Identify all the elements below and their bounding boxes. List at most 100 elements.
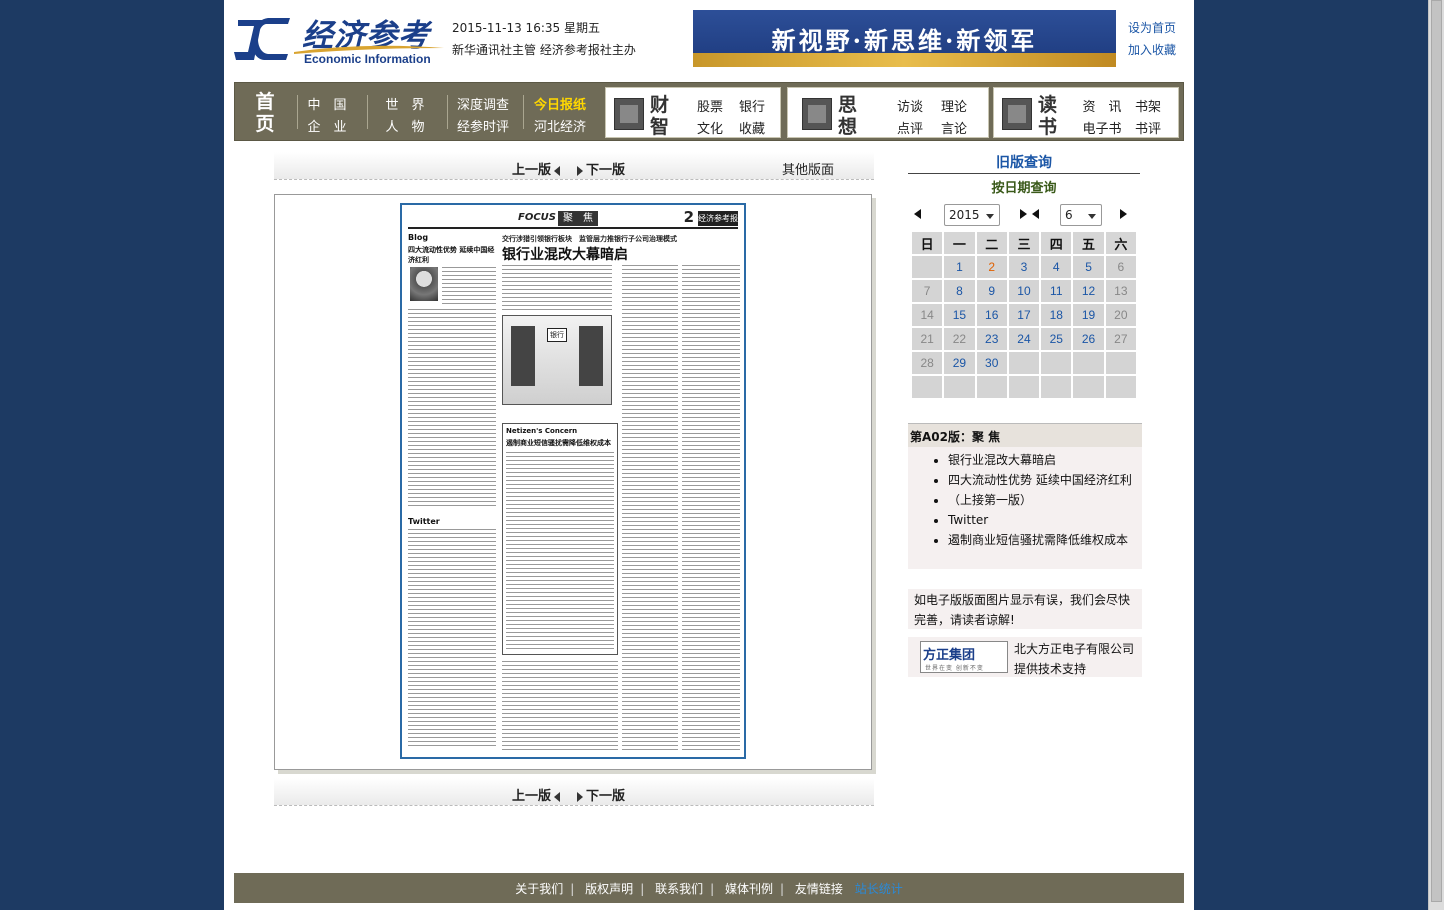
calendar-day[interactable]: 23	[976, 328, 1007, 350]
top-banner-ad[interactable]: 新视野·新思维·新领军	[693, 10, 1116, 67]
article-kicker: 交行涉猎引领银行板块 监管层力推银行子公司治理模式	[502, 235, 677, 243]
nav-hebei-economy[interactable]: 河北经济	[528, 116, 592, 135]
nav-ebook[interactable]: 电子书	[1078, 118, 1126, 137]
calendar-day[interactable]: 11	[1041, 280, 1072, 302]
prev-month-icon[interactable]	[1032, 209, 1039, 219]
calendar-day[interactable]: 1	[944, 256, 975, 278]
nav-book-review[interactable]: 书评	[1124, 118, 1172, 137]
founder-logo[interactable]: 方正集团 世界在变 创新不变	[920, 641, 1008, 673]
next-page-link[interactable]: 下一版	[574, 159, 625, 178]
image-error-notice: 如电子版版面图片显示有误，我们会尽快完善，请读者谅解!	[908, 589, 1142, 629]
newspaper-page-image[interactable]: FOCUS 聚 焦 2 经济参考报 交行涉猎引领银行板块 监管层力推银行子公司治…	[400, 203, 746, 759]
calendar-day[interactable]: 3	[1008, 256, 1040, 278]
nav-people[interactable]: 人 物	[373, 116, 437, 135]
nav-separator	[367, 95, 368, 129]
nav-collection[interactable]: 收藏	[728, 118, 776, 137]
calendar-day[interactable]: 29	[944, 352, 975, 374]
calendar-day[interactable]: 24	[1008, 328, 1040, 350]
calendar-day[interactable]: 19	[1073, 304, 1104, 326]
nav-theory[interactable]: 理论	[930, 96, 978, 115]
footer-divider: |	[570, 882, 575, 896]
year-value: 2015	[949, 208, 980, 222]
nav-china[interactable]: 中 国	[295, 94, 359, 113]
header-links: 设为首页 加入收藏	[1128, 17, 1176, 61]
calendar-day	[912, 376, 943, 398]
concern-label: Netizen's Concern	[506, 427, 578, 435]
footer-friend-links[interactable]: 友情链接	[795, 880, 843, 897]
calendar-day[interactable]: 5	[1073, 256, 1104, 278]
next-year-icon[interactable]	[1020, 209, 1027, 219]
sixiang-title[interactable]: 思 想	[838, 94, 857, 138]
nav-separator	[523, 95, 524, 129]
prev-year-icon[interactable]	[914, 209, 921, 219]
calendar-day[interactable]: 18	[1041, 304, 1072, 326]
nav-review[interactable]: 点评	[886, 118, 934, 137]
calendar-day[interactable]: 26	[1073, 328, 1104, 350]
nav-today-paper[interactable]: 今日报纸	[528, 94, 592, 113]
caizhi-title[interactable]: 财 智	[650, 94, 669, 138]
prev-page-link-bottom[interactable]: 上一版	[512, 785, 563, 804]
footer-copyright[interactable]: 版权声明	[585, 880, 633, 897]
next-page-link-bottom[interactable]: 下一版	[574, 785, 625, 804]
sixiang-title-1: 思	[838, 94, 858, 116]
calendar-day: 22	[944, 328, 975, 350]
calendar-day[interactable]: 4	[1041, 256, 1072, 278]
chevron-down-icon	[986, 214, 994, 219]
add-favorite-link[interactable]: 加入收藏	[1128, 39, 1176, 61]
nav-world[interactable]: 世 界	[373, 94, 437, 113]
calendar-day: 27	[1105, 328, 1136, 350]
calendar-day	[1073, 352, 1104, 374]
article-headline[interactable]: 银行业混改大幕暗启	[502, 244, 628, 264]
nav-interview[interactable]: 访谈	[886, 96, 934, 115]
scrollbar-thumb[interactable]	[1431, 0, 1442, 902]
calendar-day[interactable]: 8	[944, 280, 975, 302]
set-homepage-link[interactable]: 设为首页	[1128, 17, 1176, 39]
calendar-day[interactable]: 17	[1008, 304, 1040, 326]
calendar-day[interactable]: 25	[1041, 328, 1072, 350]
calendar-day[interactable]: 10	[1008, 280, 1040, 302]
arrow-right-icon	[577, 165, 583, 176]
nav-opinion[interactable]: 言论	[930, 118, 978, 137]
nav-enterprise[interactable]: 企 业	[295, 116, 359, 135]
footer-about[interactable]: 关于我们	[515, 880, 563, 897]
next-month-icon[interactable]	[1120, 209, 1127, 219]
article-link[interactable]: 遏制商业短信骚扰需降低维权成本	[948, 530, 1142, 550]
footer-media-rates[interactable]: 媒体刊例	[725, 880, 773, 897]
nav-home[interactable]: 首 页	[241, 87, 289, 138]
article-link[interactable]: 银行业混改大幕暗启	[948, 450, 1142, 470]
other-pages-link[interactable]: 其他版面	[782, 159, 834, 178]
calendar-day[interactable]: 9	[976, 280, 1007, 302]
nav-investigation[interactable]: 深度调查	[451, 94, 515, 113]
prev-page-link[interactable]: 上一版	[512, 159, 563, 178]
nav-group-sixiang: 思 想 访谈 理论 点评 言论	[787, 87, 989, 138]
dushu-title[interactable]: 读 书	[1038, 94, 1057, 138]
support-note: 提供技术支持	[1014, 662, 1087, 676]
side-article-title[interactable]: 四大流动性优势 延续中国经济红利	[408, 245, 496, 265]
site-logo[interactable]: 经济参考 Economic Information	[232, 10, 444, 70]
article-link[interactable]: Twitter	[948, 510, 1142, 530]
calendar-day[interactable]: 2	[976, 256, 1007, 278]
banner-text: 新视野·新思维·新领军	[771, 26, 1038, 55]
year-select[interactable]: 2015	[944, 204, 1000, 226]
month-select[interactable]: 6	[1060, 204, 1102, 226]
article-link[interactable]: 四大流动性优势 延续中国经济红利	[948, 470, 1142, 490]
concern-title[interactable]: 遏制商业短信骚扰需降低维权成本	[506, 438, 616, 448]
footer-contact[interactable]: 联系我们	[655, 880, 703, 897]
old-edition-query[interactable]: 旧版查询	[908, 152, 1140, 174]
nav-bookshelf[interactable]: 书架	[1124, 96, 1172, 115]
calendar-day[interactable]: 16	[976, 304, 1007, 326]
calendar-day[interactable]: 12	[1073, 280, 1104, 302]
nav-banks[interactable]: 银行	[728, 96, 776, 115]
vertical-scrollbar[interactable]	[1428, 0, 1444, 910]
nav-culture[interactable]: 文化	[686, 118, 734, 137]
calendar-day[interactable]: 15	[944, 304, 975, 326]
article-link[interactable]: （上接第一版）	[948, 490, 1142, 510]
nav-news[interactable]: 资 讯	[1078, 96, 1126, 115]
founder-logo-text: 方正集团	[923, 648, 976, 663]
calendar-day[interactable]: 30	[976, 352, 1007, 374]
nav-commentary[interactable]: 经参时评	[451, 116, 515, 135]
nav-stocks[interactable]: 股票	[686, 96, 734, 115]
banner-gold-stripe	[693, 53, 1116, 67]
footer-site-stats[interactable]: 站长统计	[855, 880, 903, 897]
section-label: 聚 焦	[558, 211, 598, 226]
